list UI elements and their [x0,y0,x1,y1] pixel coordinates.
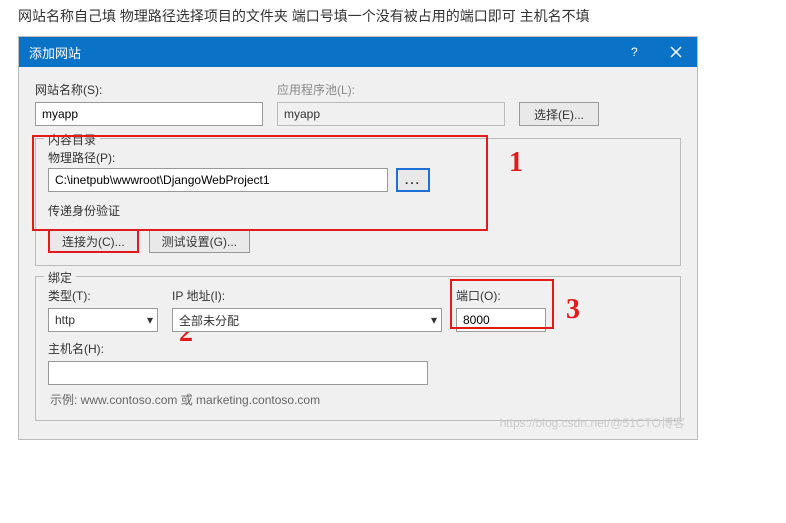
physical-path-input[interactable] [48,168,388,192]
site-name-input[interactable] [35,102,263,126]
type-label: 类型(T): [48,287,158,304]
chevron-down-icon: ▾ [147,313,153,327]
browse-path-button[interactable]: ... [396,168,430,192]
type-value: http [55,313,75,327]
test-settings-button[interactable]: 测试设置(G)... [149,229,250,253]
binding-legend: 绑定 [44,269,76,286]
ip-value: 全部未分配 [179,312,239,329]
app-pool-label: 应用程序池(L): [277,81,505,98]
physical-path-label: 物理路径(P): [48,149,668,166]
content-directory-group: 内容目录 物理路径(P): ... 传递身份验证 连接为(C)... 测试设置(… [35,138,681,266]
instruction-text: 网站名称自己填 物理路径选择项目的文件夹 端口号填一个没有被占用的端口即可 主机… [0,0,786,36]
passthrough-auth-label: 传递身份验证 [48,202,668,219]
select-app-pool-button[interactable]: 选择(E)... [519,102,599,126]
close-button[interactable] [655,37,697,67]
connect-as-button[interactable]: 连接为(C)... [48,229,139,253]
hostname-label: 主机名(H): [48,340,428,357]
type-select[interactable]: http ▾ [48,308,158,332]
ip-select[interactable]: 全部未分配 ▾ [172,308,442,332]
site-name-label: 网站名称(S): [35,81,263,98]
chevron-down-icon: ▾ [431,313,437,327]
content-directory-legend: 内容目录 [44,131,100,148]
annotation-number-3: 3 [566,294,580,326]
binding-group: 绑定 类型(T): http ▾ IP 地址(I): 全部未分配 ▾ [35,276,681,421]
titlebar: 添加网站 ? [19,37,697,67]
port-label: 端口(O): [456,287,546,304]
add-website-dialog: 添加网站 ? 网站名称(S): 应用程序池(L): myapp 选择(E)...… [18,36,698,440]
help-button[interactable]: ? [613,37,655,67]
hostname-input[interactable] [48,361,428,385]
hostname-example: 示例: www.contoso.com 或 marketing.contoso.… [48,391,668,408]
port-input[interactable] [456,308,546,332]
ip-label: IP 地址(I): [172,287,442,304]
svg-text:?: ? [631,46,638,58]
app-pool-field: myapp [277,102,505,126]
dialog-title: 添加网站 [29,43,613,62]
